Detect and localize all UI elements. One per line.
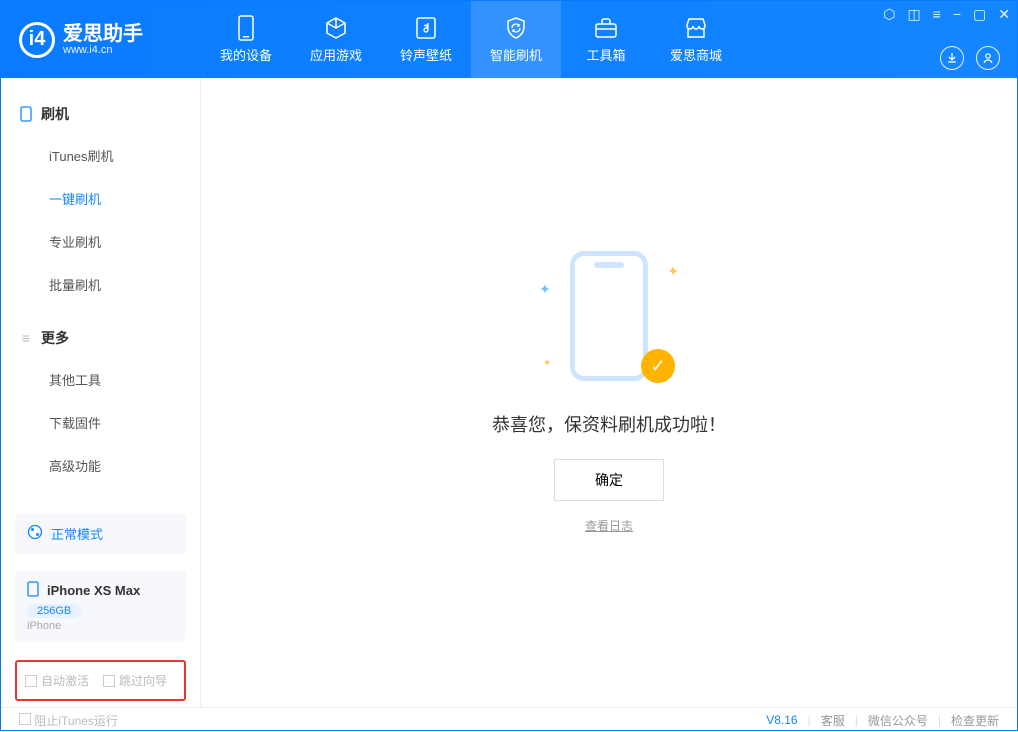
cube-icon (323, 15, 349, 41)
sidebar: 刷机 iTunes刷机 一键刷机 专业刷机 批量刷机 ≡ 更多 其他工具 下载固… (1, 78, 201, 707)
footer-link-support[interactable]: 客服 (821, 712, 845, 729)
logo-icon: i4 (19, 22, 55, 58)
sidebar-group-flash: 刷机 (1, 94, 200, 134)
app-subtitle: www.i4.cn (63, 44, 143, 56)
checkbox-icon (103, 675, 115, 687)
checkbox-icon (19, 713, 31, 725)
option-skip-guide[interactable]: 跳过向导 (103, 672, 167, 689)
close-button[interactable]: ✕ (998, 6, 1010, 23)
nav-smart-flash[interactable]: 智能刷机 (471, 1, 561, 78)
nav-my-device[interactable]: 我的设备 (201, 1, 291, 78)
nav-ringtone-wallpaper[interactable]: 铃声壁纸 (381, 1, 471, 78)
header-actions (940, 46, 1000, 70)
user-button[interactable] (976, 46, 1000, 70)
sidebar-item-onekey-flash[interactable]: 一键刷机 (1, 177, 200, 220)
nav-apps-games[interactable]: 应用游戏 (291, 1, 381, 78)
sidebar-group-more: ≡ 更多 (1, 318, 200, 358)
success-message: 恭喜您，保资料刷机成功啦！ (492, 411, 726, 437)
version-label: V8.16 (766, 713, 797, 727)
footer-link-update[interactable]: 检查更新 (951, 712, 999, 729)
main-nav: 我的设备 应用游戏 铃声壁纸 智能刷机 工具箱 爱思商城 (201, 1, 741, 78)
lock-icon[interactable]: ◫ (907, 6, 920, 23)
option-auto-activate[interactable]: 自动激活 (25, 672, 89, 689)
menu-icon[interactable]: ≡ (933, 6, 941, 23)
nav-store[interactable]: 爱思商城 (651, 1, 741, 78)
phone-illustration-icon (570, 251, 648, 381)
tshirt-icon[interactable]: ⬡ (883, 6, 895, 23)
phone-icon (233, 15, 259, 41)
store-icon (683, 15, 709, 41)
status-bar: 阻止iTunes运行 V8.16 | 客服 | 微信公众号 | 检查更新 (1, 707, 1017, 732)
option-block-itunes[interactable]: 阻止iTunes运行 (19, 712, 118, 729)
app-title: 爱思助手 (63, 24, 143, 44)
flash-options-row: 自动激活 跳过向导 (15, 660, 186, 701)
sidebar-item-download-firmware[interactable]: 下载固件 (1, 401, 200, 444)
sparkle-icon: ✦ (539, 281, 551, 298)
minimize-button[interactable]: − (953, 6, 961, 23)
success-illustration: ✦ ✦ ✦ ✓ (549, 251, 669, 391)
view-log-link[interactable]: 查看日志 (585, 517, 633, 534)
footer-link-wechat[interactable]: 微信公众号 (868, 712, 928, 729)
toolbox-icon (593, 15, 619, 41)
nav-toolbox[interactable]: 工具箱 (561, 1, 651, 78)
checkbox-icon (25, 675, 37, 687)
sparkle-icon: ✦ (667, 263, 679, 280)
sidebar-item-itunes-flash[interactable]: iTunes刷机 (1, 134, 200, 177)
sidebar-item-other-tools[interactable]: 其他工具 (1, 358, 200, 401)
device-phone-icon (27, 581, 39, 600)
sparkle-icon: ✦ (543, 358, 551, 369)
app-logo: i4 爱思助手 www.i4.cn (1, 22, 201, 58)
maximize-button[interactable]: ▢ (973, 6, 986, 23)
app-header: i4 爱思助手 www.i4.cn 我的设备 应用游戏 铃声壁纸 智能刷机 工具… (1, 1, 1017, 78)
ok-button[interactable]: 确定 (554, 459, 664, 501)
device-capacity: 256GB (27, 604, 81, 618)
device-name: iPhone XS Max (47, 583, 140, 598)
sidebar-item-advanced[interactable]: 高级功能 (1, 444, 200, 487)
sidebar-item-batch-flash[interactable]: 批量刷机 (1, 263, 200, 306)
device-type: iPhone (27, 620, 174, 632)
mode-label: 正常模式 (51, 524, 103, 543)
device-info-panel[interactable]: iPhone XS Max 256GB iPhone (15, 571, 186, 642)
mode-icon (27, 524, 43, 543)
music-note-icon (413, 15, 439, 41)
download-button[interactable] (940, 46, 964, 70)
device-mode-panel[interactable]: 正常模式 (15, 514, 186, 555)
phone-small-icon (19, 107, 33, 121)
checkmark-badge-icon: ✓ (641, 349, 675, 383)
main-content: ✦ ✦ ✦ ✓ 恭喜您，保资料刷机成功啦！ 确定 查看日志 (201, 78, 1017, 707)
sidebar-item-pro-flash[interactable]: 专业刷机 (1, 220, 200, 263)
window-controls: ⬡ ◫ ≡ − ▢ ✕ (883, 6, 1010, 23)
refresh-shield-icon (503, 15, 529, 41)
list-icon: ≡ (19, 331, 33, 345)
